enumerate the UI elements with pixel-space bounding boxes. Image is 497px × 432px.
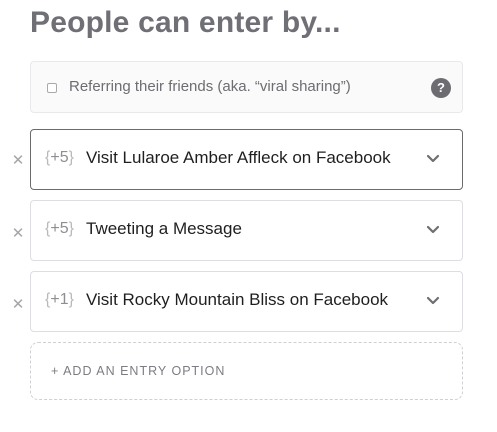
- entry-option[interactable]: {+5} Tweeting a Message: [30, 200, 463, 261]
- remove-entry-icon[interactable]: ✕: [10, 153, 26, 169]
- entry-points: {+5}: [45, 149, 74, 167]
- entry-title: Visit Rocky Mountain Bliss on Facebook: [86, 290, 389, 309]
- entry-options-panel: People can enter by... Referring their f…: [0, 0, 497, 432]
- page-title: People can enter by...: [30, 6, 341, 39]
- chevron-down-icon[interactable]: [426, 152, 440, 166]
- entry-option[interactable]: {+1} Visit Rocky Mountain Bliss on Faceb…: [30, 271, 463, 332]
- add-entry-label: + ADD AN ENTRY OPTION: [51, 364, 226, 378]
- points-value: +5: [50, 149, 69, 166]
- points-value: +1: [50, 291, 69, 308]
- entry-option[interactable]: {+5} Visit Lularoe Amber Affleck on Face…: [30, 129, 463, 190]
- brace-close: }: [68, 220, 74, 237]
- entry-title: Tweeting a Message: [86, 219, 242, 238]
- referral-option: Referring their friends (aka. “viral sha…: [30, 61, 463, 113]
- referral-checkbox[interactable]: [47, 83, 57, 93]
- remove-entry-icon[interactable]: ✕: [10, 297, 26, 313]
- brace-close: }: [68, 149, 74, 166]
- add-entry-option-button[interactable]: + ADD AN ENTRY OPTION: [30, 342, 463, 400]
- question-circle-icon[interactable]: ?: [431, 78, 451, 98]
- chevron-down-icon[interactable]: [426, 294, 440, 308]
- entry-title: Visit Lularoe Amber Affleck on Facebook: [86, 148, 391, 167]
- points-value: +5: [50, 220, 69, 237]
- entry-points: {+1}: [45, 291, 74, 309]
- chevron-down-icon[interactable]: [426, 223, 440, 237]
- remove-entry-icon[interactable]: ✕: [10, 226, 26, 242]
- brace-close: }: [68, 291, 74, 308]
- referral-label[interactable]: Referring their friends (aka. “viral sha…: [69, 78, 351, 95]
- entry-points: {+5}: [45, 220, 74, 238]
